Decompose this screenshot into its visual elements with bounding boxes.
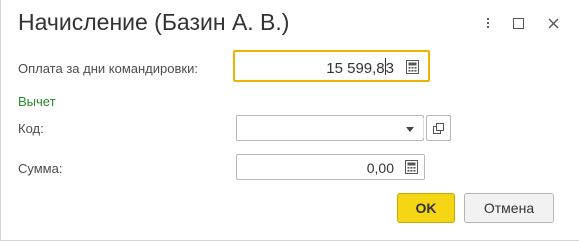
chevron-down-icon (406, 126, 414, 132)
sum-label: Сумма: (18, 161, 63, 176)
calculator-icon (404, 160, 418, 174)
payment-amount-value: 15 599,83 (326, 58, 394, 77)
ok-button[interactable]: OK (397, 193, 455, 223)
calculator-icon (405, 60, 419, 74)
deduction-section-title: Вычет (18, 94, 56, 109)
code-open-button[interactable] (426, 115, 451, 141)
dialog-title: Начисление (Базин А. В.) (18, 9, 290, 35)
payment-amount-field[interactable]: 15 599,83 (233, 50, 430, 82)
sum-calculator-button[interactable] (401, 158, 421, 176)
dialog-window: Начисление (Базин А. В.) Оплата за дни к… (0, 0, 579, 241)
code-separator (423, 118, 424, 138)
open-form-icon (433, 122, 444, 134)
cancel-button[interactable]: Отмена (464, 193, 554, 223)
payment-label: Оплата за дни командировки: (18, 61, 198, 76)
code-label: Код: (18, 121, 44, 136)
sum-field[interactable]: 0,00 (236, 154, 425, 180)
maximize-button[interactable] (507, 12, 529, 34)
payment-calculator-button[interactable] (402, 58, 422, 76)
code-dropdown-button[interactable] (397, 117, 423, 141)
maximize-icon (512, 17, 524, 29)
more-actions-button[interactable] (477, 12, 499, 34)
code-input[interactable] (236, 115, 424, 141)
more-icon (487, 18, 489, 28)
sum-value: 0,00 (366, 160, 394, 176)
close-button[interactable] (542, 12, 564, 34)
close-icon (548, 18, 558, 28)
